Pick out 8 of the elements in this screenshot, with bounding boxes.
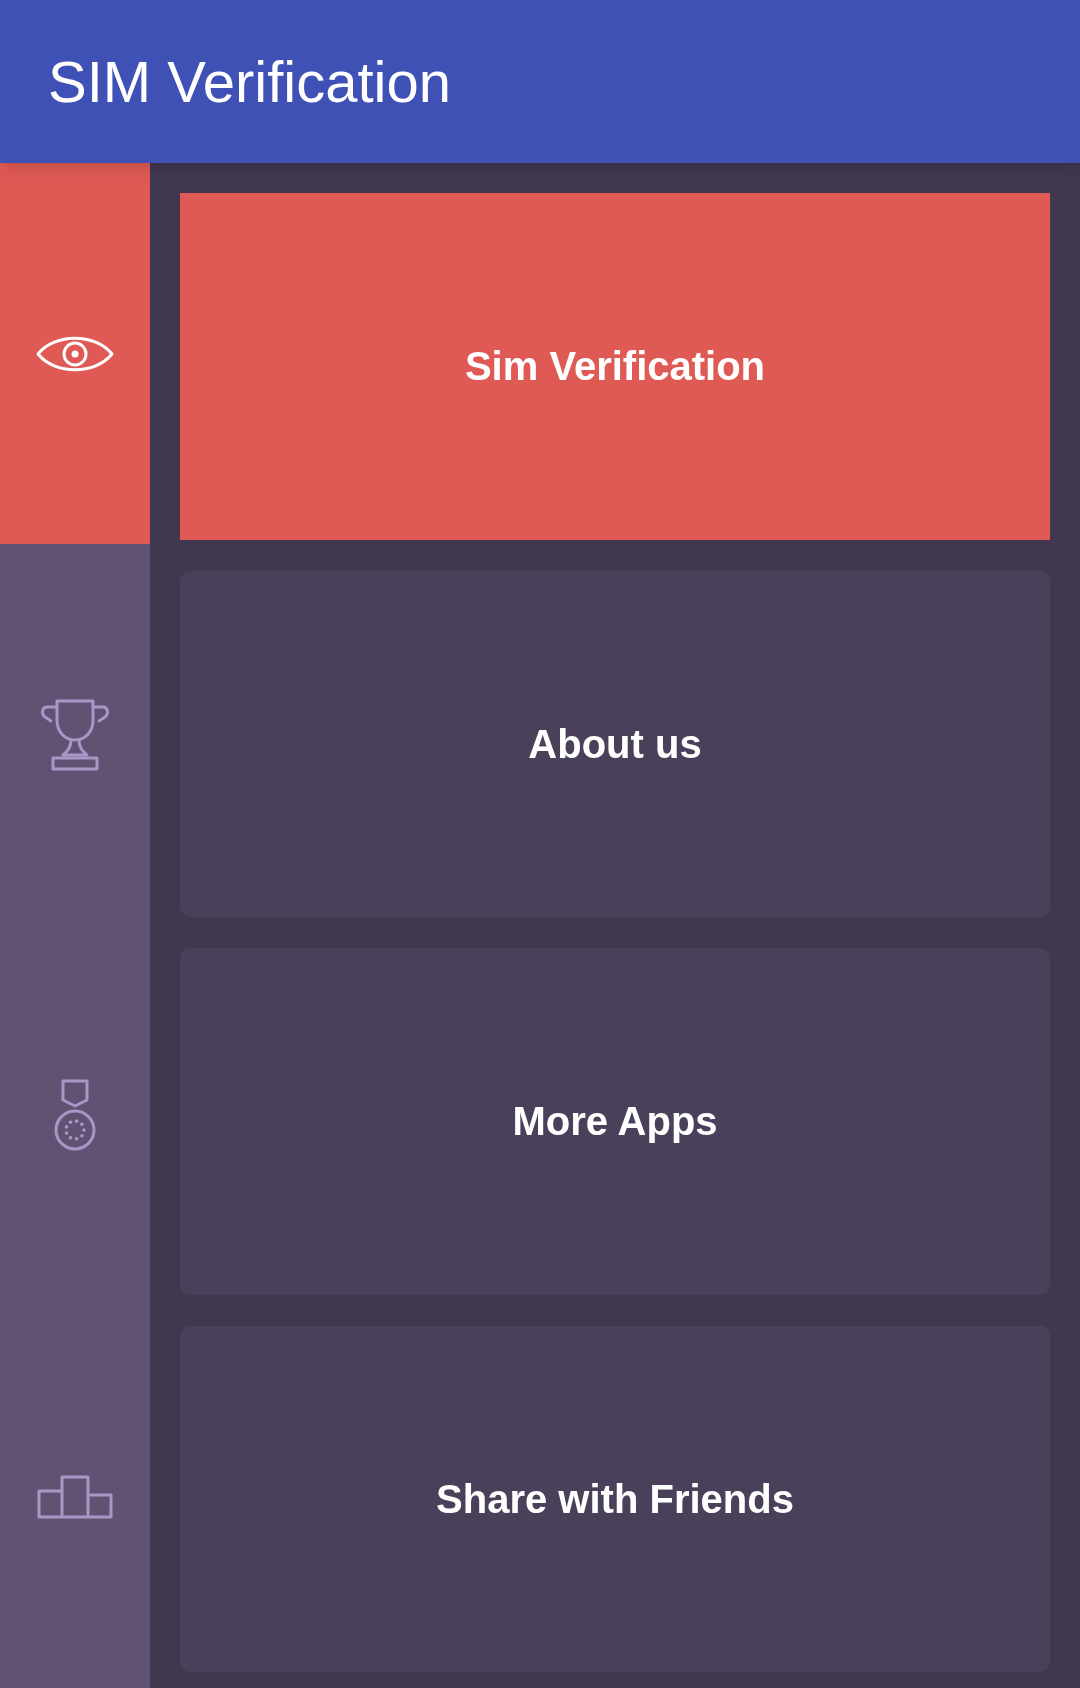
app-title: SIM Verification xyxy=(48,48,451,116)
menu-card[interactable]: More Apps xyxy=(180,948,1050,1295)
trophy-icon xyxy=(39,697,111,772)
menu-card[interactable]: Sim Verification xyxy=(180,193,1050,540)
sidebar-tab[interactable] xyxy=(0,163,150,545)
podium-icon xyxy=(36,1474,114,1521)
menu-card[interactable]: About us xyxy=(180,570,1050,917)
menu-card[interactable]: Share with Friends xyxy=(180,1325,1050,1672)
